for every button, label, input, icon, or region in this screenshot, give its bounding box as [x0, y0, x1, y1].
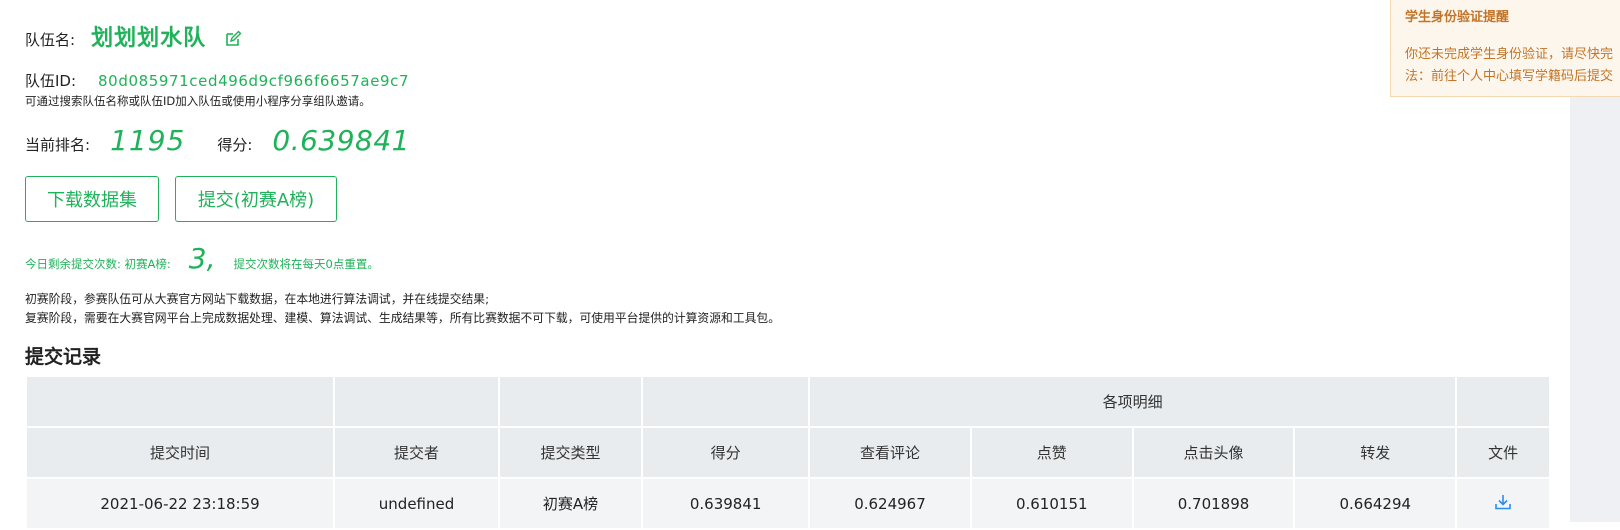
- rank-value: 1195: [110, 124, 186, 157]
- empty-header-cell: [641, 375, 811, 428]
- notice-body: 你还未完成学生身份验证，请尽快完 法：前往个人中心填写学籍码后提交: [1405, 44, 1613, 88]
- cell-score: 0.639841: [641, 477, 811, 530]
- col-header-forward: 转发: [1293, 426, 1458, 479]
- table-row: 2021-06-22 23:18:59 undefined 初赛A榜 0.639…: [24, 477, 1551, 530]
- stage-description-1: 初赛阶段，参赛队伍可从大赛官方网站下载数据，在本地进行算法调试，并在线提交结果;: [25, 292, 490, 306]
- rank-row: 当前排名: 1195 得分: 0.639841: [25, 124, 410, 157]
- team-name-label: 队伍名:: [25, 31, 76, 49]
- team-id-label: 队伍ID:: [25, 72, 77, 90]
- score-label: 得分:: [217, 136, 253, 154]
- student-verification-notice: 学生身份验证提醒 你还未完成学生身份验证，请尽快完 法：前往个人中心填写学籍码后…: [1390, 0, 1620, 97]
- edit-icon[interactable]: [224, 30, 242, 48]
- cell-avatar-click: 0.701898: [1131, 477, 1296, 530]
- main-panel: 队伍名: 划划划水队 队伍ID: 80d085971ced496d9cf966f…: [0, 0, 1570, 530]
- submit-button[interactable]: 提交(初赛A榜): [175, 176, 337, 222]
- team-id-row: 队伍ID: 80d085971ced496d9cf966f6657ae9c7: [25, 70, 409, 91]
- empty-header-cell: [497, 375, 644, 428]
- table-header-row: 提交时间 提交者 提交类型 得分 查看评论 点赞 点击头像 转发 文件: [24, 426, 1551, 479]
- col-header-time: 提交时间: [24, 426, 336, 479]
- download-dataset-button[interactable]: 下载数据集: [25, 176, 159, 222]
- cell-like: 0.610151: [969, 477, 1134, 530]
- team-join-hint: 可通过搜索队伍名称或队伍ID加入队伍或使用小程序分享组队邀请。: [25, 94, 371, 108]
- notice-line-1: 你还未完成学生身份验证，请尽快完: [1405, 47, 1614, 62]
- rank-label: 当前排名:: [25, 136, 91, 154]
- notice-title: 学生身份验证提醒: [1405, 10, 1510, 25]
- empty-header-cell: [333, 375, 500, 428]
- team-id: 80d085971ced496d9cf966f6657ae9c7: [98, 72, 410, 90]
- records-title: 提交记录: [25, 346, 102, 368]
- remaining-prefix: 今日剩余提交次数: 初赛A榜:: [25, 257, 171, 271]
- col-header-score: 得分: [641, 426, 811, 479]
- col-header-file: 文件: [1455, 426, 1551, 479]
- remaining-suffix: 提交次数将在每天0点重置。: [233, 257, 379, 271]
- cell-comment: 0.624967: [808, 477, 972, 530]
- cell-forward: 0.664294: [1293, 477, 1458, 530]
- col-header-avatar-click: 点击头像: [1131, 426, 1296, 479]
- stage-description-2: 复赛阶段，需要在大赛官网平台上完成数据处理、建模、算法调试、生成结果等，所有比赛…: [25, 311, 781, 325]
- score-value: 0.639841: [272, 124, 410, 157]
- col-header-like: 点赞: [969, 426, 1134, 479]
- remaining-count: 3,: [188, 242, 216, 275]
- col-header-submitter: 提交者: [333, 426, 500, 479]
- remaining-submissions: 今日剩余提交次数: 初赛A榜: 3, 提交次数将在每天0点重置。: [25, 242, 379, 275]
- cell-type: 初赛A榜: [497, 477, 644, 530]
- cell-time: 2021-06-22 23:18:59: [24, 477, 336, 530]
- team-name-row: 队伍名: 划划划水队: [25, 20, 242, 52]
- empty-header-cell: [1455, 375, 1551, 428]
- empty-header-cell: [24, 375, 336, 428]
- col-header-type: 提交类型: [497, 426, 644, 479]
- table-group-header-row: 各项明细: [24, 375, 1551, 428]
- col-header-comment: 查看评论: [808, 426, 972, 479]
- notice-line-2: 法：前往个人中心填写学籍码后提交: [1405, 69, 1614, 84]
- team-name: 划划划水队: [91, 26, 207, 51]
- download-icon[interactable]: [1494, 493, 1512, 511]
- details-group-header: 各项明细: [808, 375, 1458, 428]
- cell-submitter: undefined: [333, 477, 500, 530]
- submission-records-table: 各项明细 提交时间 提交者 提交类型 得分 查看评论 点赞 点击头像 转发 文件…: [24, 375, 1551, 530]
- cell-file: [1455, 477, 1551, 530]
